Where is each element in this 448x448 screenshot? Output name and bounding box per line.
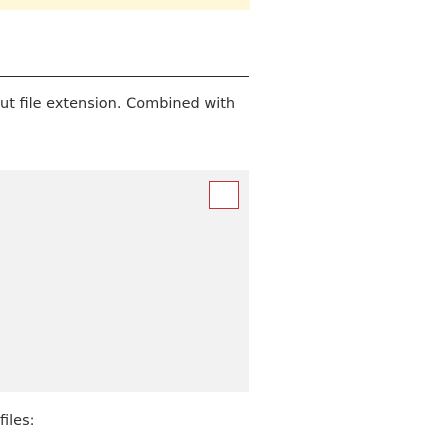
paragraph-text: ut file extension. Combined with — [0, 96, 236, 112]
documentation-page: ut file extension. Combined with files: — [0, 0, 448, 448]
note-callout-bottom — [0, 0, 250, 10]
copy-button[interactable] — [209, 181, 239, 209]
section-divider — [0, 76, 249, 77]
paragraph-text-lower: files: — [0, 413, 35, 429]
